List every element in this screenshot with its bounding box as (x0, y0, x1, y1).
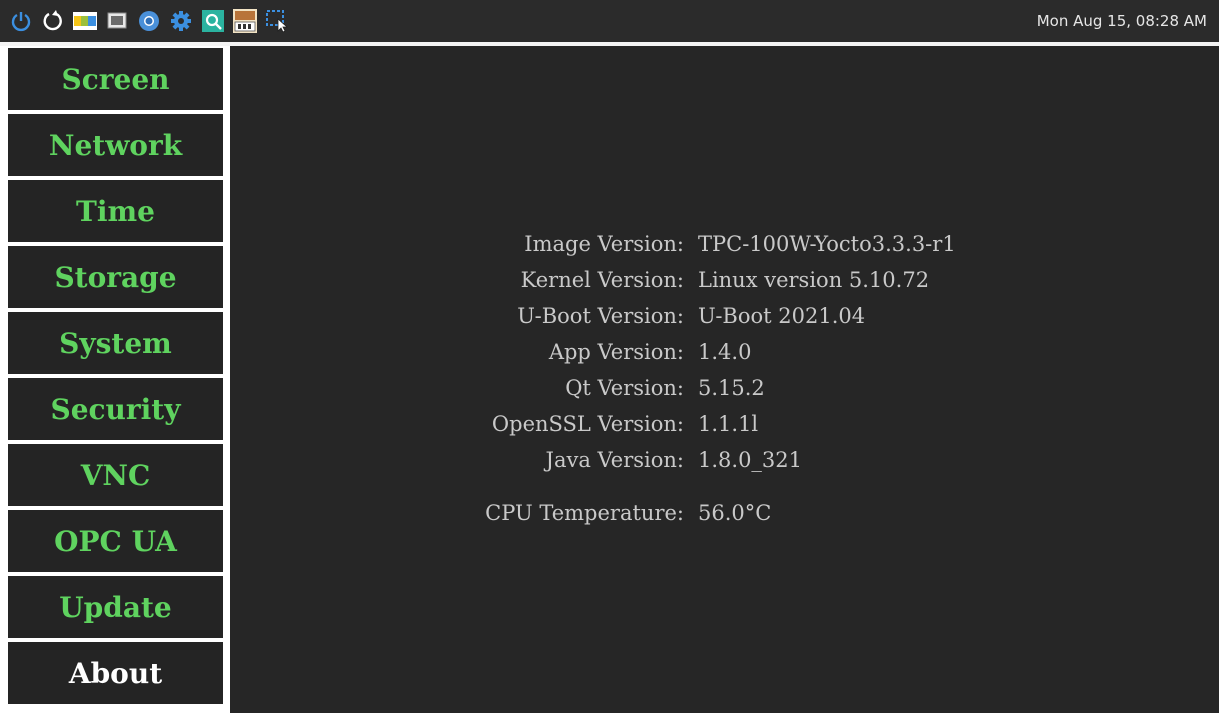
sidebar: Screen Network Time Storage System Secur… (0, 46, 230, 713)
cpu-temperature-row: CPU Temperature: 56.0°C (230, 501, 1219, 531)
uboot-version-row: U-Boot Version: U-Boot 2021.04 (230, 304, 1219, 334)
chromium-icon[interactable] (136, 8, 162, 34)
sidebar-item-security[interactable]: Security (8, 378, 223, 440)
info-value: TPC-100W-Yocto3.3.3-r1 (698, 232, 956, 256)
sidebar-item-vnc[interactable]: VNC (8, 444, 223, 506)
info-value: Linux version 5.10.72 (698, 268, 930, 292)
sidebar-item-label: Storage (54, 260, 177, 294)
info-key: Image Version: (524, 232, 684, 256)
info-key: U-Boot Version: (517, 304, 684, 328)
java-version-row: Java Version: 1.8.0_321 (230, 448, 1219, 478)
sidebar-item-label: VNC (80, 458, 151, 492)
about-panel: Image Version: TPC-100W-Yocto3.3.3-r1 Ke… (230, 46, 1219, 713)
info-value: 56.0°C (698, 501, 772, 525)
sidebar-item-update[interactable]: Update (8, 576, 223, 638)
taskbar-tray (0, 8, 290, 34)
info-value: 1.1.1l (698, 412, 759, 436)
screenshot-icon[interactable] (264, 8, 290, 34)
sidebar-item-system[interactable]: System (8, 312, 223, 374)
sidebar-item-label: Security (50, 392, 181, 426)
sidebar-item-time[interactable]: Time (8, 180, 223, 242)
kernel-version-row: Kernel Version: Linux version 5.10.72 (230, 268, 1219, 298)
sidebar-item-storage[interactable]: Storage (8, 246, 223, 308)
info-key: App Version: (548, 340, 684, 364)
display-icon[interactable] (104, 8, 130, 34)
restart-icon[interactable] (40, 8, 66, 34)
sidebar-item-label: Network (48, 128, 183, 162)
taskbar: Mon Aug 15, 08:28 AM (0, 0, 1219, 42)
info-key: CPU Temperature: (485, 501, 684, 525)
image-version-row: Image Version: TPC-100W-Yocto3.3.3-r1 (230, 232, 1219, 262)
info-key: Java Version: (545, 448, 684, 472)
qt-version-row: Qt Version: 5.15.2 (230, 376, 1219, 406)
nxp-logo-icon[interactable] (72, 8, 98, 34)
sidebar-item-label: About (68, 656, 163, 690)
openssl-version-row: OpenSSL Version: 1.1.1l (230, 412, 1219, 442)
info-value: 1.8.0_321 (698, 448, 803, 472)
info-key: OpenSSL Version: (491, 412, 684, 436)
sidebar-item-label: Screen (61, 62, 170, 96)
sidebar-item-network[interactable]: Network (8, 114, 223, 176)
info-value: 5.15.2 (698, 376, 765, 400)
sidebar-item-about[interactable]: About (8, 642, 223, 704)
info-value: 1.4.0 (698, 340, 752, 364)
sidebar-item-label: OPC UA (54, 524, 177, 558)
info-value: U-Boot 2021.04 (698, 304, 866, 328)
vnc-icon[interactable] (232, 8, 258, 34)
sidebar-item-label: Update (59, 590, 172, 624)
settings-gear-icon[interactable] (168, 8, 194, 34)
sidebar-item-label: System (59, 326, 172, 360)
sidebar-item-screen[interactable]: Screen (8, 48, 223, 110)
sidebar-item-opc-ua[interactable]: OPC UA (8, 510, 223, 572)
sidebar-item-label: Time (76, 194, 155, 228)
search-app-icon[interactable] (200, 8, 226, 34)
info-key: Kernel Version: (520, 268, 684, 292)
taskbar-clock: Mon Aug 15, 08:28 AM (1036, 12, 1207, 30)
app-version-row: App Version: 1.4.0 (230, 340, 1219, 370)
info-key: Qt Version: (565, 376, 684, 400)
power-icon[interactable] (8, 8, 34, 34)
